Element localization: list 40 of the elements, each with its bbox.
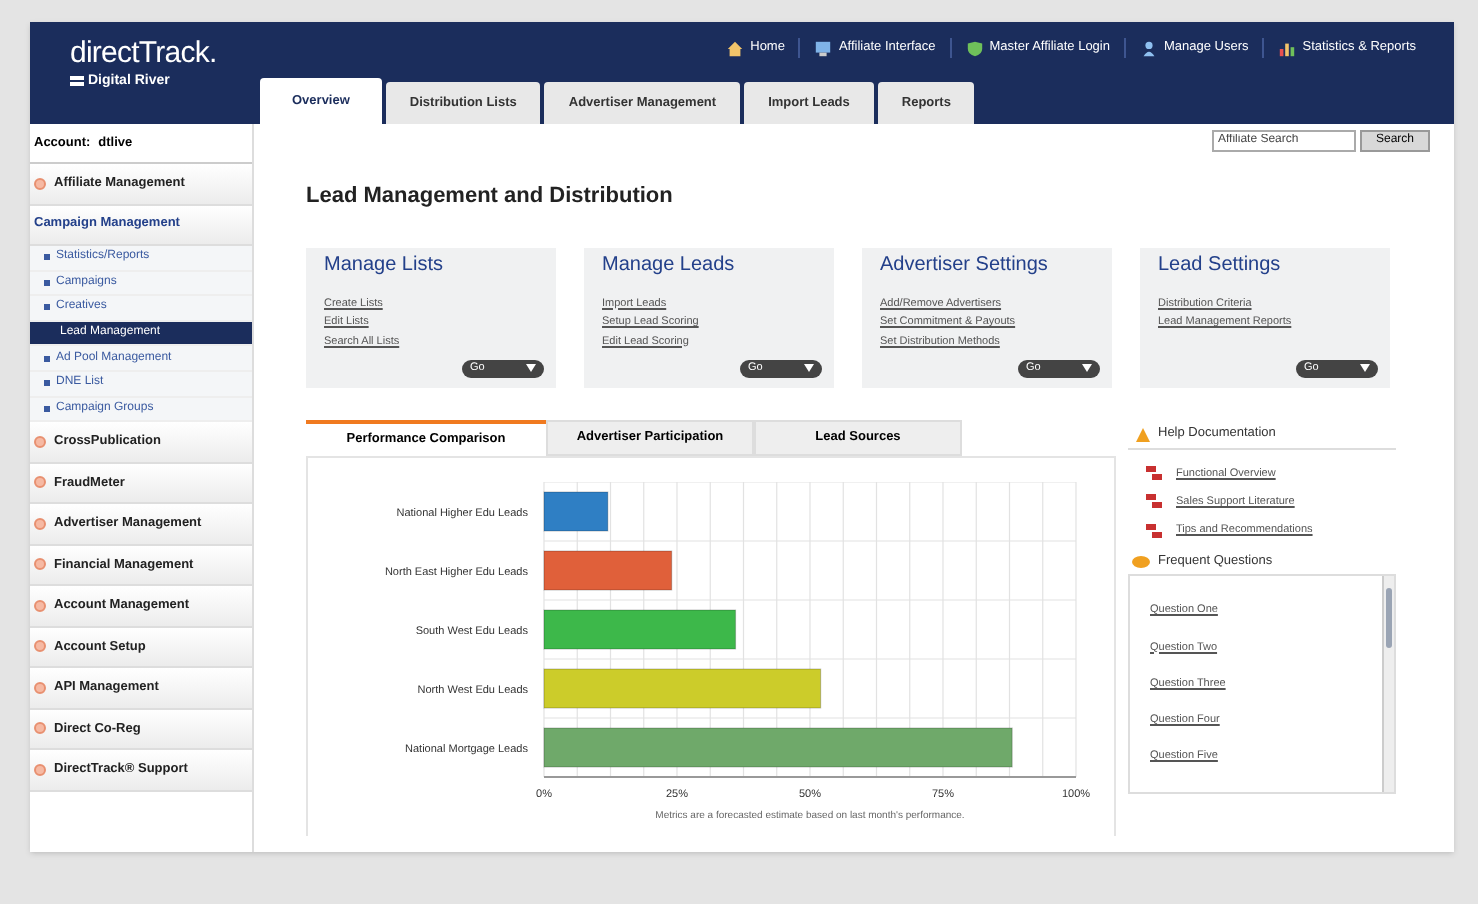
bullet-icon [34, 722, 46, 735]
logo-mark-icon [70, 76, 84, 89]
bullet-icon [44, 279, 50, 286]
bullet-icon [34, 599, 46, 612]
bar [543, 490, 609, 531]
scrollbar[interactable] [1382, 576, 1394, 793]
bullet-icon [34, 177, 46, 190]
card-title: Advertiser Settings [880, 253, 1050, 277]
bullet-icon [44, 254, 50, 261]
document-icon [1146, 523, 1162, 538]
bullet-icon [34, 435, 46, 448]
caret-icon [804, 364, 814, 372]
logo-text: directTrack. [70, 36, 219, 72]
caret-icon [526, 364, 536, 372]
document-icon [1146, 494, 1162, 509]
bullet-icon [34, 558, 46, 571]
caret-icon [1360, 364, 1370, 372]
shield-icon [965, 39, 984, 57]
bullet-icon [44, 380, 50, 387]
user-icon [1140, 39, 1158, 57]
bullet-icon [34, 517, 46, 530]
monitor-icon [814, 39, 833, 57]
bullet-icon [44, 304, 50, 311]
bar [543, 549, 673, 590]
page-title: Lead Management and Distribution [306, 182, 675, 212]
bullet-icon [44, 355, 50, 362]
warning-icon [1136, 427, 1150, 441]
bullet-icon [34, 681, 46, 694]
bullet-icon [34, 763, 46, 776]
card-title: Manage Lists [324, 253, 445, 277]
bullet-icon [34, 640, 46, 653]
caret-icon [1082, 364, 1092, 372]
home-icon [726, 39, 745, 57]
card-title: Manage Leads [602, 253, 737, 277]
chat-bubble-icon [1132, 556, 1150, 569]
bullet-icon [34, 476, 46, 489]
bar-chart-icon [1278, 39, 1297, 57]
bullet-icon [44, 405, 50, 412]
card-title: Lead Settings [1158, 253, 1283, 277]
document-icon [1146, 466, 1162, 481]
